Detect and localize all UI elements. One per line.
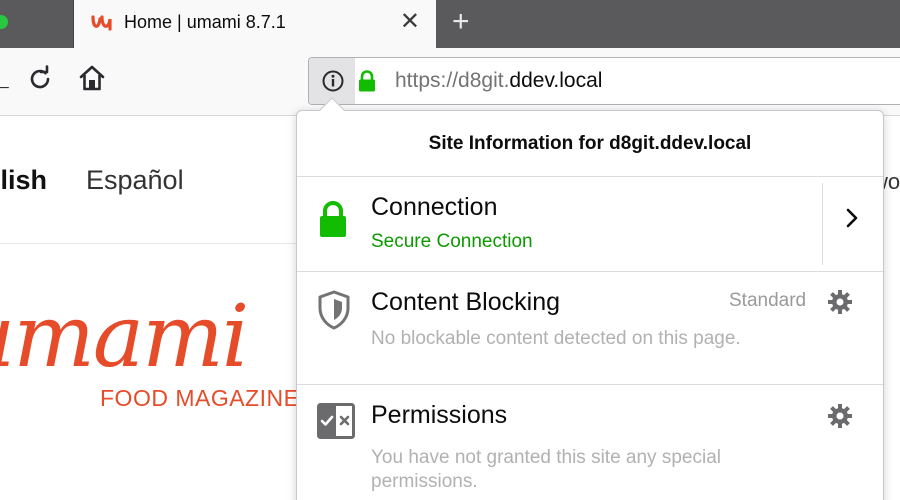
reload-icon[interactable] — [26, 65, 54, 93]
site-logo[interactable]: umami — [0, 287, 249, 387]
language-link-espanol[interactable]: Español — [86, 165, 184, 196]
gear-icon[interactable] — [827, 289, 853, 315]
permissions-description-line2: permissions. — [371, 471, 478, 492]
gear-icon[interactable] — [827, 403, 853, 429]
nav-toolbar: ← https://d8git.ddev.local — [0, 48, 900, 116]
chevron-right-icon[interactable] — [845, 207, 859, 229]
info-icon — [322, 70, 344, 92]
url-host: ddev.local — [509, 69, 603, 92]
permissions-description-line1: You have not granted this site any speci… — [371, 447, 721, 468]
site-tagline: FOOD MAGAZINE — [100, 385, 300, 411]
back-arrow-icon[interactable]: ← — [0, 68, 14, 99]
umami-favicon-icon — [91, 15, 112, 31]
tab-strip: Home | umami 8.7.1 ✕ + — [0, 0, 900, 48]
page-divider — [0, 243, 300, 244]
panel-header: Site Information for d8git.ddev.local — [297, 111, 883, 177]
tab-title: Home | umami 8.7.1 — [124, 12, 286, 32]
lock-icon — [359, 70, 375, 92]
connection-section[interactable]: Connection Secure Connection — [297, 177, 883, 272]
url-text[interactable]: https://d8git.ddev.local — [395, 69, 602, 93]
content-blocking-description: No blockable content detected on this pa… — [371, 328, 741, 349]
window-zoom-button[interactable] — [0, 15, 8, 29]
blocking-level: Standard — [729, 290, 807, 311]
language-link-english[interactable]: glish — [0, 165, 47, 196]
tab-inactive[interactable] — [0, 0, 74, 48]
panel-title: Site Information for d8git.ddev.local — [428, 133, 752, 154]
permissions-section: Permissions You have not granted this si… — [297, 385, 883, 500]
connection-status: Secure Connection — [371, 231, 533, 252]
shield-icon — [318, 290, 350, 330]
permissions-icon — [317, 403, 355, 439]
home-icon[interactable] — [78, 63, 106, 93]
url-scheme: https://d8git. — [395, 69, 510, 92]
connection-title: Connection — [371, 193, 498, 221]
permissions-title: Permissions — [371, 401, 508, 429]
connection-divider — [822, 183, 823, 265]
plus-icon[interactable]: + — [452, 7, 470, 37]
site-info-panel: Site Information for d8git.ddev.local Co… — [296, 97, 884, 500]
lock-icon — [320, 201, 346, 237]
url-bar[interactable]: https://d8git.ddev.local — [308, 57, 900, 105]
content-blocking-section: Content Blocking Standard No blockable c… — [297, 272, 883, 385]
close-icon[interactable]: ✕ — [400, 10, 420, 34]
content-blocking-title: Content Blocking — [371, 288, 561, 316]
tab-home[interactable]: Home | umami 8.7.1 ✕ — [74, 0, 436, 48]
